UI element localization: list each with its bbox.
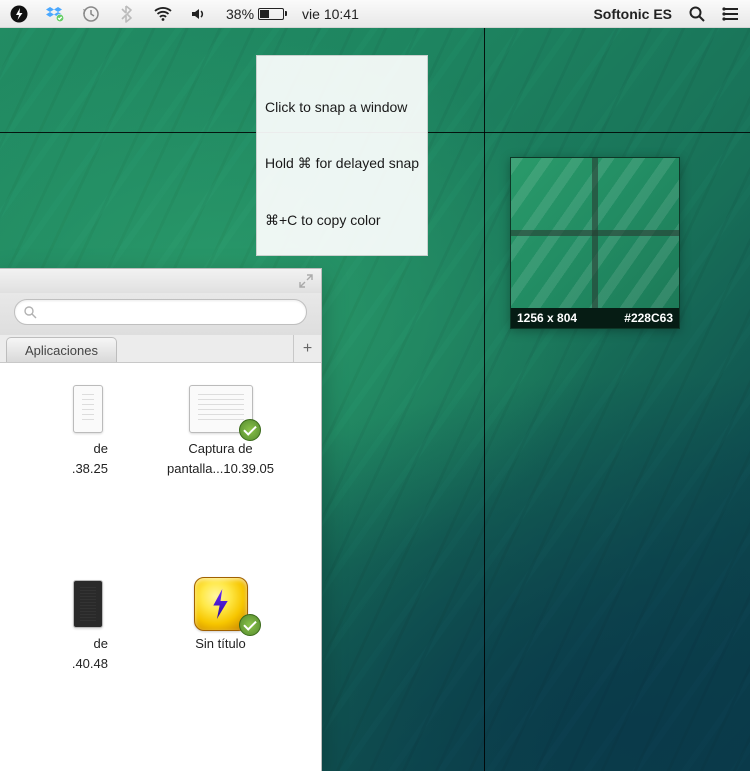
active-app-name[interactable]: Softonic ES [593, 6, 672, 22]
bluetooth-icon[interactable] [118, 5, 136, 23]
sync-ok-badge-icon [239, 614, 261, 636]
menubar: 38% vie 10:41 Softonic ES [0, 0, 750, 28]
file-item[interactable]: Captura de pantalla...10.39.05 [128, 381, 313, 558]
search-icon [23, 305, 37, 319]
magnifier-info-bar: 1256 x 804 #228C63 [511, 308, 679, 328]
clock[interactable]: vie 10:41 [302, 6, 359, 22]
file-name: de [94, 636, 108, 652]
finder-search[interactable] [14, 299, 307, 325]
file-name: pantalla...10.39.05 [167, 461, 274, 477]
file-name: de [94, 441, 108, 457]
finder-tabs: Aplicaciones + [0, 335, 321, 363]
notification-center-icon[interactable] [722, 5, 740, 23]
tooltip-line: ⌘+C to copy color [265, 211, 419, 230]
tab-add-button[interactable]: + [293, 335, 321, 362]
timemachine-icon[interactable] [82, 5, 100, 23]
tooltip-line: Hold ⌘ for delayed snap [265, 154, 419, 173]
screenshot-thumb-icon [73, 385, 103, 433]
battery-icon [258, 8, 284, 20]
tab-aplicaciones[interactable]: Aplicaciones [6, 337, 117, 362]
file-name: .38.25 [72, 461, 108, 477]
fullscreen-icon[interactable] [299, 274, 313, 288]
app-bolt-icon[interactable] [10, 5, 28, 23]
screenshot-thumb-icon [73, 580, 103, 628]
volume-icon[interactable] [190, 5, 208, 23]
file-item[interactable]: Sin título [128, 576, 313, 753]
magnifier-color: #228C63 [624, 311, 673, 325]
wifi-icon[interactable] [154, 5, 172, 23]
file-item[interactable]: de .40.48 [8, 576, 108, 753]
search-input[interactable] [41, 305, 298, 320]
sync-ok-badge-icon [239, 419, 261, 441]
tooltip-line: Click to snap a window [265, 98, 419, 117]
file-name: Captura de [188, 441, 252, 457]
file-name: Sin título [195, 636, 246, 652]
finder-titlebar[interactable] [0, 269, 321, 293]
bolt-icon [212, 589, 230, 619]
battery-status[interactable]: 38% [226, 6, 284, 22]
dropbox-icon[interactable] [46, 5, 64, 23]
magnifier-coords: 1256 x 804 [517, 311, 577, 325]
snap-tooltip: Click to snap a window Hold ⌘ for delaye… [256, 55, 428, 256]
crosshair-vertical [484, 28, 485, 771]
spotlight-icon[interactable] [688, 5, 706, 23]
finder-toolbar [0, 293, 321, 335]
battery-pct: 38% [226, 6, 254, 22]
color-magnifier: 1256 x 804 #228C63 [510, 157, 680, 329]
magnifier-preview [511, 158, 679, 308]
file-item[interactable]: de .38.25 [8, 381, 108, 558]
finder-window[interactable]: Aplicaciones + de .38.25 Captura de pant… [0, 268, 322, 771]
file-name: .40.48 [72, 656, 108, 672]
finder-file-grid: de .38.25 Captura de pantalla...10.39.05… [0, 363, 321, 771]
